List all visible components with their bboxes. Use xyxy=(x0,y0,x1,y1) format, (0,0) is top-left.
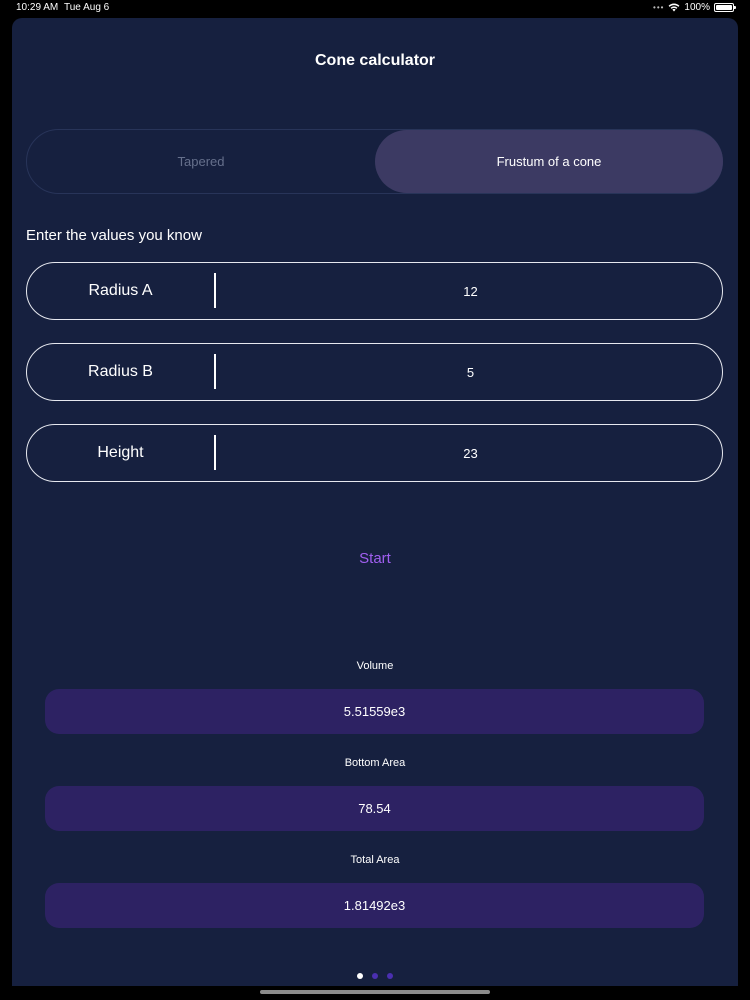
start-button[interactable]: Start xyxy=(325,546,425,570)
radius-a-field: Radius A xyxy=(26,262,725,320)
multitasking-dots-icon: ••• xyxy=(653,3,665,12)
wifi-icon xyxy=(669,3,680,12)
page-dot[interactable] xyxy=(357,973,363,979)
status-time: 10:29 AM xyxy=(16,2,59,13)
total-area-result: 1.81492e3 xyxy=(45,883,704,928)
home-indicator[interactable] xyxy=(260,990,490,994)
battery-percentage: 100% xyxy=(684,2,710,13)
height-label: Height xyxy=(97,443,144,461)
page-dot[interactable] xyxy=(387,973,393,979)
calculator-sheet: Cone calculator Tapered Frustum of a con… xyxy=(12,18,738,986)
status-bar: 10:29 AM Tue Aug 6 ••• 100% xyxy=(0,0,750,18)
segment-frustum[interactable]: Frustum of a cone xyxy=(375,130,723,193)
page-indicator[interactable] xyxy=(12,973,738,979)
status-date: Tue Aug 6 xyxy=(64,2,110,13)
battery-icon xyxy=(714,3,736,12)
bottom-area-result: 78.54 xyxy=(45,786,704,831)
radius-b-input[interactable] xyxy=(216,344,725,401)
status-indicators: ••• 100% xyxy=(653,2,736,13)
instructions-label: Enter the values you know xyxy=(26,227,202,244)
radius-b-label: Radius B xyxy=(88,362,153,380)
radius-a-input[interactable] xyxy=(216,263,725,320)
total-area-label: Total Area xyxy=(350,854,400,866)
height-field: Height xyxy=(26,424,725,482)
page-title: Cone calculator xyxy=(314,52,436,69)
height-input[interactable] xyxy=(216,425,725,482)
volume-result: 5.51559e3 xyxy=(45,689,704,734)
radius-a-label: Radius A xyxy=(88,281,153,299)
volume-label: Volume xyxy=(356,660,394,672)
page-dot[interactable] xyxy=(372,973,378,979)
shape-segmented-control: Tapered Frustum of a cone xyxy=(26,129,723,194)
radius-b-field: Radius B xyxy=(26,343,725,401)
bottom-area-label: Bottom Area xyxy=(344,757,406,769)
segment-tapered[interactable]: Tapered xyxy=(27,130,375,193)
